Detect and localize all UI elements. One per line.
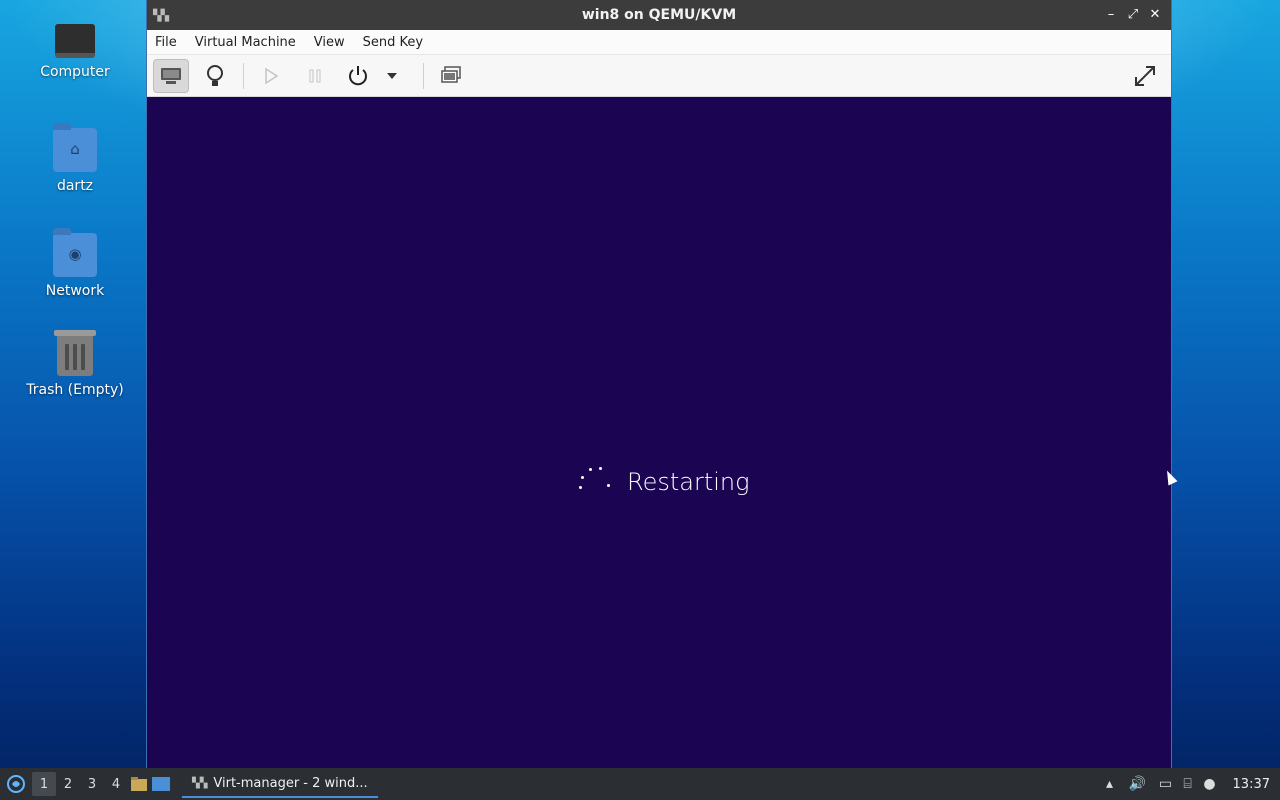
fullscreen-icon — [1135, 66, 1155, 86]
clock[interactable]: 13:37 — [1233, 777, 1270, 792]
shutdown-menu-button[interactable] — [379, 59, 405, 93]
desktop-icon-label: dartz — [56, 178, 94, 194]
virt-manager-icon: ▚▚ — [192, 777, 208, 789]
power-icon — [349, 66, 367, 86]
show-desktop-button[interactable] — [150, 773, 172, 795]
toolbar — [147, 55, 1171, 97]
restart-status: Restarting — [575, 465, 750, 499]
menu-send-key[interactable]: Send Key — [363, 35, 423, 50]
desktop-icon-home-folder[interactable]: ⌂ dartz — [20, 123, 130, 194]
taskbar: 1 2 3 4 ▚▚ Virt-manager - 2 wind... ▴ 🔊 … — [0, 768, 1280, 800]
workspace-2[interactable]: 2 — [56, 772, 80, 796]
loading-spinner-icon — [575, 465, 615, 499]
menu-view[interactable]: View — [314, 35, 345, 50]
maximize-button[interactable]: ⤢ — [1125, 5, 1141, 23]
minimize-button[interactable]: – — [1103, 5, 1119, 23]
computer-icon — [55, 24, 95, 58]
shutdown-button[interactable] — [340, 59, 376, 93]
home-folder-icon: ⌂ — [53, 123, 97, 172]
fullscreen-button[interactable] — [1127, 59, 1163, 93]
network-folder-icon: ◉ — [53, 228, 97, 277]
virt-manager-icon: ▚▚ — [153, 9, 169, 22]
desktop-icon — [152, 777, 170, 791]
notification-icon[interactable]: ● — [1199, 773, 1221, 795]
play-icon — [265, 67, 279, 85]
desktop-icon-label: Computer — [40, 64, 110, 80]
menubar: File Virtual Machine View Send Key — [147, 30, 1171, 55]
trash-icon — [54, 330, 96, 376]
chevron-down-icon — [387, 73, 397, 79]
task-label: Virt-manager - 2 wind... — [213, 775, 368, 791]
window-titlebar[interactable]: ▚▚ win8 on QEMU/KVM – ⤢ ✕ — [147, 0, 1171, 30]
show-details-button[interactable] — [197, 59, 233, 93]
run-button[interactable] — [253, 59, 289, 93]
taskbar-task-virt-manager[interactable]: ▚▚ Virt-manager - 2 wind... — [182, 770, 378, 798]
menu-file[interactable]: File — [155, 35, 177, 50]
vm-console-screen[interactable]: Restarting — [147, 97, 1171, 768]
desktop-icon-label: Network — [45, 283, 105, 299]
show-console-button[interactable] — [153, 59, 189, 93]
pause-icon — [309, 69, 321, 83]
lightbulb-icon — [207, 65, 223, 86]
workspace-4[interactable]: 4 — [104, 772, 128, 796]
volume-icon[interactable]: 🔊 — [1127, 773, 1149, 795]
tray-arrow-icon[interactable]: ▴ — [1099, 773, 1121, 795]
monitor-icon — [161, 68, 181, 84]
vm-window: ▚▚ win8 on QEMU/KVM – ⤢ ✕ File Virtual M… — [146, 0, 1172, 768]
start-menu-button[interactable] — [0, 768, 32, 800]
clipboard-icon[interactable]: ▭ — [1155, 773, 1177, 795]
snapshot-icon — [441, 66, 461, 83]
restart-status-text: Restarting — [627, 468, 750, 496]
desktop-icon-network[interactable]: ◉ Network — [20, 228, 130, 299]
desktop-icon-trash[interactable]: Trash (Empty) — [20, 330, 130, 398]
pause-button[interactable] — [297, 59, 333, 93]
workspace-1[interactable]: 1 — [32, 772, 56, 796]
lxqt-logo-icon — [7, 775, 25, 793]
close-button[interactable]: ✕ — [1147, 5, 1163, 23]
desktop-icon-label: Trash (Empty) — [26, 382, 124, 398]
snapshots-button[interactable] — [433, 59, 469, 93]
menu-virtual-machine[interactable]: Virtual Machine — [195, 35, 296, 50]
file-manager-launcher[interactable] — [128, 773, 150, 795]
network-tray-icon[interactable]: ⌸ — [1177, 773, 1199, 795]
workspace-3[interactable]: 3 — [80, 772, 104, 796]
desktop-icon-computer[interactable]: Computer — [20, 18, 130, 80]
window-title: win8 on QEMU/KVM — [581, 7, 737, 23]
folder-icon — [131, 777, 147, 791]
